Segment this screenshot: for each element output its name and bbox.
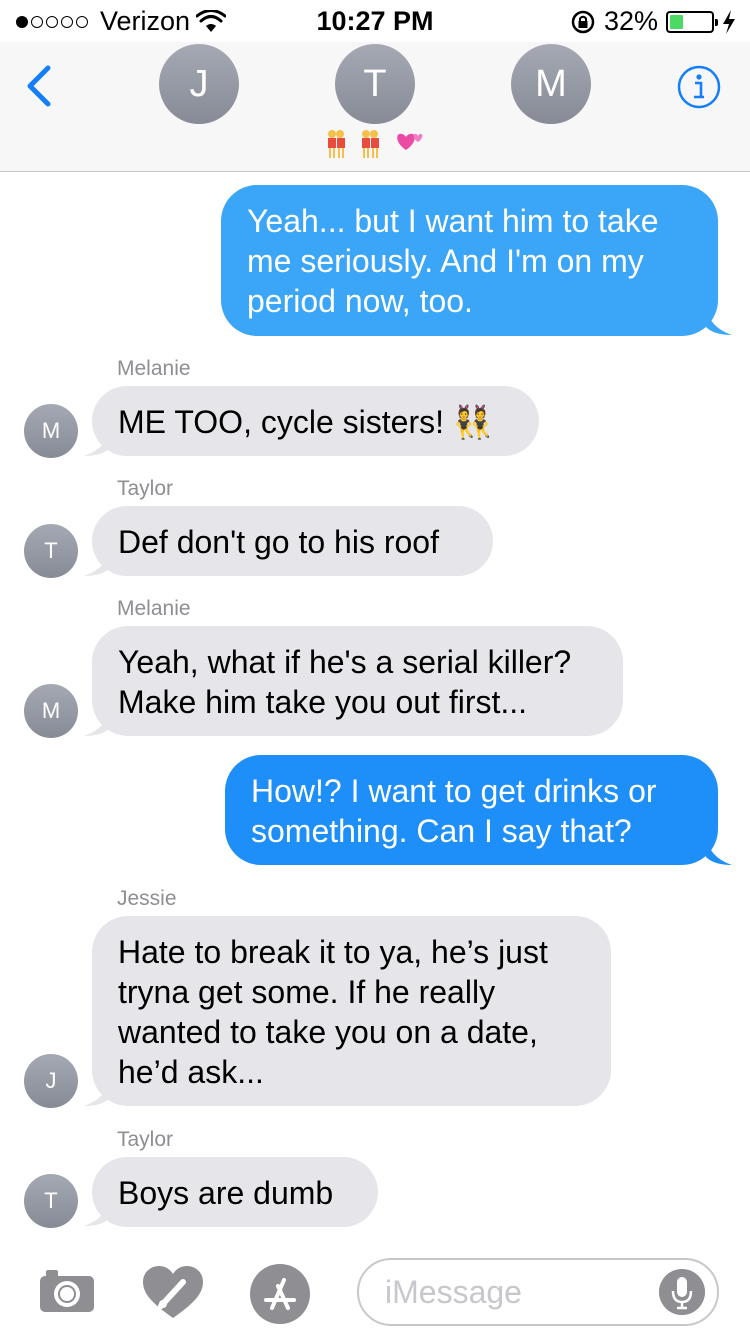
sender-avatar[interactable]: M bbox=[24, 684, 78, 738]
participant-avatar-j[interactable]: J bbox=[159, 44, 239, 124]
digital-touch-icon[interactable] bbox=[143, 1266, 203, 1320]
app-store-icon[interactable] bbox=[248, 1262, 312, 1326]
back-chevron-icon[interactable] bbox=[20, 64, 60, 108]
sender-avatar[interactable]: T bbox=[24, 524, 78, 578]
rotation-lock-icon bbox=[571, 10, 595, 33]
message-input[interactable]: iMessage bbox=[357, 1258, 719, 1326]
sender-name: Melanie bbox=[117, 597, 191, 620]
message-text: Def don't go to his roof bbox=[118, 524, 439, 560]
message-text: Hate to break it to ya, he’s just tryna … bbox=[118, 934, 548, 1090]
sender-name: Taylor bbox=[117, 477, 174, 500]
incoming-message-bubble[interactable]: ME TOO, cycle sisters! 👯 bbox=[92, 386, 539, 456]
outgoing-message-bubble[interactable]: How!? I want to get drinks or something.… bbox=[225, 755, 718, 865]
bubble-tail bbox=[706, 305, 732, 335]
input-bar: iMessage bbox=[0, 1250, 750, 1334]
battery-icon bbox=[666, 10, 718, 33]
sender-avatar[interactable]: J bbox=[24, 1054, 78, 1108]
charging-bolt-icon bbox=[723, 9, 735, 34]
incoming-message-bubble[interactable]: Hate to break it to ya, he’s just tryna … bbox=[92, 916, 611, 1106]
bubble-tail bbox=[706, 835, 732, 865]
outgoing-message-bubble[interactable]: Yeah... but I want him to take me seriou… bbox=[221, 185, 718, 336]
participant-avatar-m[interactable]: M bbox=[511, 44, 591, 124]
message-text: Yeah, what if he's a serial killer? Make… bbox=[118, 644, 572, 720]
message-text: How!? I want to get drinks or something.… bbox=[251, 773, 657, 849]
status-right: 32% bbox=[570, 6, 736, 37]
sender-avatar[interactable]: M bbox=[24, 404, 78, 458]
incoming-message-bubble[interactable]: Yeah, what if he's a serial killer? Make… bbox=[92, 626, 623, 736]
sender-name: Melanie bbox=[117, 357, 191, 380]
message-text: ME TOO, cycle sisters! 👯 bbox=[118, 404, 493, 440]
sender-name: Taylor bbox=[117, 1128, 174, 1151]
battery-percent: 32% bbox=[603, 6, 658, 36]
participant-avatar-t[interactable]: T bbox=[335, 44, 415, 124]
conversation-header: J T M bbox=[0, 42, 750, 172]
status-bar: Verizon 10:27 PM 32% bbox=[0, 0, 750, 42]
sender-name: Jessie bbox=[117, 887, 177, 910]
group-name-emoji[interactable] bbox=[320, 124, 430, 164]
message-text: Boys are dumb bbox=[118, 1175, 334, 1211]
info-icon[interactable] bbox=[676, 64, 722, 110]
sender-avatar[interactable]: T bbox=[24, 1174, 78, 1228]
message-text: Yeah... but I want him to take me seriou… bbox=[247, 203, 659, 319]
microphone-icon[interactable] bbox=[659, 1269, 705, 1315]
incoming-message-bubble[interactable]: Def don't go to his roof bbox=[92, 506, 493, 576]
incoming-message-bubble[interactable]: Boys are dumb bbox=[92, 1157, 378, 1227]
message-input-placeholder: iMessage bbox=[385, 1274, 522, 1310]
camera-icon[interactable] bbox=[38, 1268, 96, 1314]
